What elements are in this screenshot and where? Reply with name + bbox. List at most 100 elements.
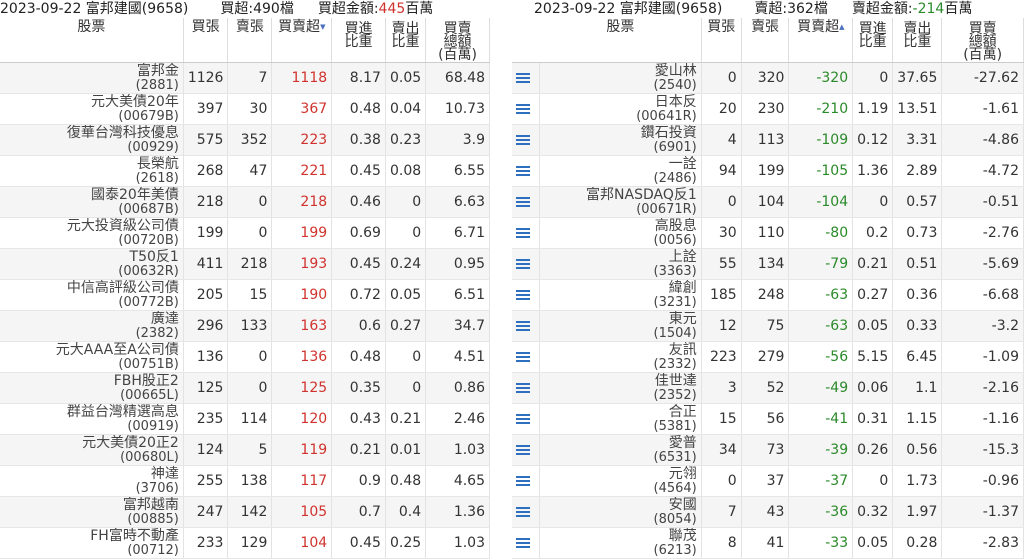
col-buy[interactable]: 買張 [701, 18, 742, 63]
stock-cell[interactable]: 鑽石投資 (6901) [539, 124, 702, 156]
list-icon[interactable] [516, 73, 530, 83]
stock-cell[interactable]: 群益台灣精選高息 (00919) [0, 403, 184, 435]
table-row[interactable]: 富邦越南 (00885) 247 142 105 0.7 0.4 1.36 [0, 496, 490, 528]
table-row[interactable]: 佳世達 (2352) 3 52 -49 0.06 1.1 -2.16 [512, 372, 1024, 404]
stock-cell[interactable]: 安國 (8054) [539, 496, 702, 528]
stock-cell[interactable]: 合正 (5381) [539, 403, 702, 435]
row-menu[interactable] [512, 62, 541, 94]
table-row[interactable]: 一詮 (2486) 94 199 -105 1.36 2.89 -4.72 [512, 155, 1024, 187]
col-sell-ratio[interactable]: 賣出 比重 [385, 18, 427, 63]
stock-name[interactable]: 友訊 [544, 343, 697, 357]
stock-cell[interactable]: 富邦越南 (00885) [0, 496, 184, 528]
row-menu[interactable] [512, 372, 541, 404]
list-icon[interactable] [516, 538, 530, 548]
stock-name[interactable]: 愛普 [544, 436, 697, 450]
stock-name[interactable]: 廣達 [4, 312, 179, 326]
stock-cell[interactable]: 日本反 (00641R) [539, 93, 702, 125]
stock-name[interactable]: FH富時不動產 [4, 529, 179, 543]
stock-name[interactable]: 鑽石投資 [544, 126, 697, 140]
table-row[interactable]: 元翎 (4564) 0 37 -37 0 1.73 -0.96 [512, 465, 1024, 497]
stock-name[interactable]: 富邦金 [4, 64, 179, 78]
table-row[interactable]: 高股息 (0056) 30 110 -80 0.2 0.73 -2.76 [512, 217, 1024, 249]
stock-cell[interactable]: 聯茂 (6213) [539, 527, 702, 559]
table-row[interactable]: 復華台灣科技優息 (00929) 575 352 223 0.38 0.23 3.9 [0, 124, 490, 156]
stock-cell[interactable]: 東元 (1504) [539, 310, 702, 342]
stock-cell[interactable]: 一詮 (2486) [539, 155, 702, 187]
table-row[interactable]: T50反1 (00632R) 411 218 193 0.45 0.24 0.95 [0, 248, 490, 280]
col-net[interactable]: 買賣超▲ [788, 18, 854, 63]
row-menu[interactable] [512, 496, 541, 528]
stock-name[interactable]: 聯茂 [544, 529, 697, 543]
stock-cell[interactable]: 元大投資級公司債 (00720B) [0, 217, 184, 249]
table-row[interactable]: 富邦NASDAQ反1 (00671R) 0 104 -104 0 0.57 -0.51 [512, 186, 1024, 218]
table-row[interactable]: FBH股正2 (00665L) 125 0 125 0.35 0 0.86 [0, 372, 490, 404]
table-row[interactable]: 愛普 (6531) 34 73 -39 0.26 0.56 -15.3 [512, 434, 1024, 466]
list-icon[interactable] [516, 445, 530, 455]
stock-name[interactable]: 合正 [544, 405, 697, 419]
table-row[interactable]: 富邦金 (2881) 1126 7 1118 8.17 0.05 68.48 [0, 62, 490, 94]
stock-name[interactable]: 富邦越南 [4, 498, 179, 512]
stock-name[interactable]: 東元 [544, 312, 697, 326]
stock-name[interactable]: 復華台灣科技優息 [4, 126, 179, 140]
stock-cell[interactable]: T50反1 (00632R) [0, 248, 184, 280]
stock-name[interactable]: 上詮 [544, 250, 697, 264]
list-icon[interactable] [516, 135, 530, 145]
table-row[interactable]: 國泰20年美債 (00687B) 218 0 218 0.46 0 6.63 [0, 186, 490, 218]
row-menu[interactable] [512, 341, 541, 373]
table-row[interactable]: 群益台灣精選高息 (00919) 235 114 120 0.43 0.21 2.46 [0, 403, 490, 435]
table-row[interactable]: 友訊 (2332) 223 279 -56 5.15 6.45 -1.09 [512, 341, 1024, 373]
col-amount[interactable]: 買賣 總額 (百萬) [425, 18, 490, 63]
list-icon[interactable] [516, 414, 530, 424]
list-icon[interactable] [516, 321, 530, 331]
col-amount[interactable]: 買賣 總額 (百萬) [941, 18, 1024, 63]
stock-cell[interactable]: 廣達 (2382) [0, 310, 184, 342]
stock-cell[interactable]: 高股息 (0056) [539, 217, 702, 249]
table-row[interactable]: 中信高評級公司債 (00772B) 205 15 190 0.72 0.05 6.51 [0, 279, 490, 311]
stock-name[interactable]: 一詮 [544, 157, 697, 171]
stock-name[interactable]: 中信高評級公司債 [4, 281, 179, 295]
table-row[interactable]: 上詮 (3363) 55 134 -79 0.21 0.51 -5.69 [512, 248, 1024, 280]
col-sell[interactable]: 賣張 [227, 18, 273, 63]
table-row[interactable]: 愛山林 (2540) 0 320 -320 0 37.65 -27.62 [512, 62, 1024, 94]
table-row[interactable]: 元大美債20正2 (00680L) 124 5 119 0.21 0.01 1.03 [0, 434, 490, 466]
col-stock[interactable]: 股票 [0, 18, 184, 63]
list-icon[interactable] [516, 352, 530, 362]
row-menu[interactable] [512, 186, 541, 218]
col-stock[interactable]: 股票 [539, 18, 702, 63]
stock-cell[interactable]: 上詮 (3363) [539, 248, 702, 280]
table-row[interactable]: 東元 (1504) 12 75 -63 0.05 0.33 -3.2 [512, 310, 1024, 342]
table-row[interactable]: 鑽石投資 (6901) 4 113 -109 0.12 3.31 -4.86 [512, 124, 1024, 156]
table-row[interactable]: 日本反 (00641R) 20 230 -210 1.19 13.51 -1.61 [512, 93, 1024, 125]
stock-name[interactable]: 佳世達 [544, 374, 697, 388]
row-menu[interactable] [512, 434, 541, 466]
stock-name[interactable]: 愛山林 [544, 64, 697, 78]
stock-name[interactable]: 安國 [544, 498, 697, 512]
stock-name[interactable]: 神達 [4, 467, 179, 481]
table-row[interactable]: 合正 (5381) 15 56 -41 0.31 1.15 -1.16 [512, 403, 1024, 435]
list-icon[interactable] [516, 259, 530, 269]
row-menu[interactable] [512, 124, 541, 156]
stock-cell[interactable]: FH富時不動產 (00712) [0, 527, 184, 559]
stock-cell[interactable]: 長榮航 (2618) [0, 155, 184, 187]
stock-cell[interactable]: 元大美債20正2 (00680L) [0, 434, 184, 466]
row-menu[interactable] [512, 217, 541, 249]
row-menu[interactable] [512, 465, 541, 497]
stock-name[interactable]: 日本反 [544, 95, 697, 109]
row-menu[interactable] [512, 310, 541, 342]
table-row[interactable]: 長榮航 (2618) 268 47 221 0.45 0.08 6.55 [0, 155, 490, 187]
col-sell-ratio[interactable]: 賣出 比重 [892, 18, 943, 63]
list-icon[interactable] [516, 383, 530, 393]
stock-cell[interactable]: 國泰20年美債 (00687B) [0, 186, 184, 218]
list-icon[interactable] [516, 104, 530, 114]
stock-cell[interactable]: 元大AAA至A公司債 (00751B) [0, 341, 184, 373]
table-row[interactable]: 安國 (8054) 7 43 -36 0.32 1.97 -1.37 [512, 496, 1024, 528]
col-buy-ratio[interactable]: 買進 比重 [852, 18, 894, 63]
stock-cell[interactable]: 愛山林 (2540) [539, 62, 702, 94]
list-icon[interactable] [516, 290, 530, 300]
list-icon[interactable] [516, 197, 530, 207]
col-net[interactable]: 買賣超▼ [271, 18, 333, 63]
row-menu[interactable] [512, 403, 541, 435]
stock-name[interactable]: 元大美債20年 [4, 95, 179, 109]
stock-name[interactable]: 元大投資級公司債 [4, 219, 179, 233]
col-buy[interactable]: 買張 [183, 18, 229, 63]
